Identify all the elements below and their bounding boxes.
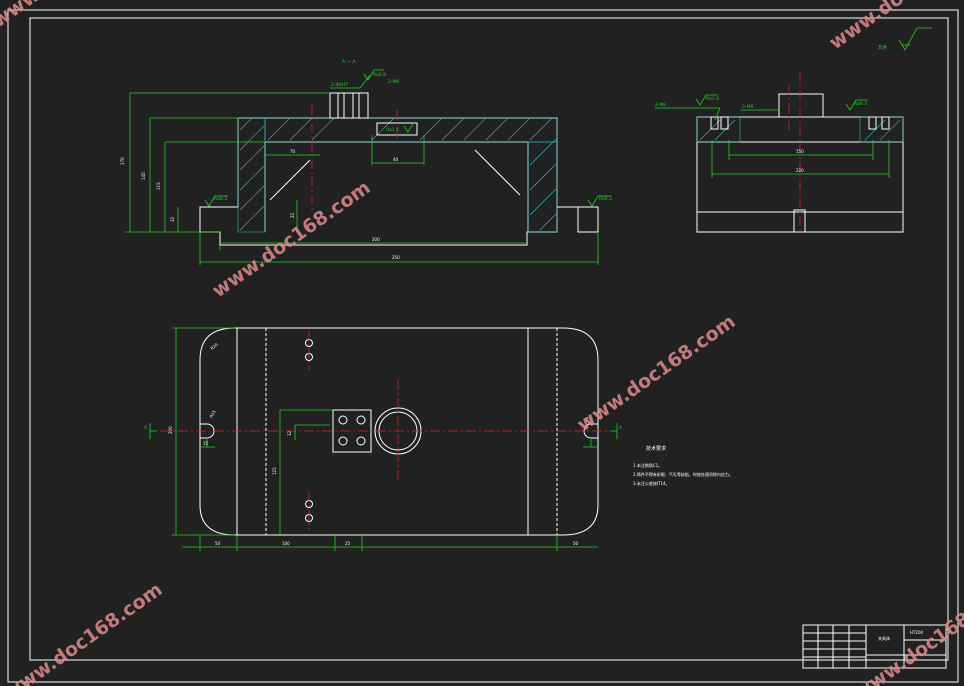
note-line-1: 1.未注倒角C1。 — [633, 462, 662, 468]
svg-text:www.doc168.com: www.doc168.com — [825, 0, 964, 54]
svg-text:Ra6.3: Ra6.3 — [214, 196, 227, 202]
note-line-2: 2.铸件不得有砂眼、气孔等缺陷，时效处理消除内应力。 — [633, 471, 733, 477]
svg-text:200: 200 — [168, 426, 173, 434]
section-outline — [199, 92, 599, 246]
svg-text:夹具体: 夹具体 — [878, 635, 890, 641]
svg-text:150: 150 — [796, 149, 804, 154]
svg-text:A: A — [619, 425, 623, 431]
svg-text:其余: 其余 — [878, 44, 887, 51]
section-label: A — A — [342, 59, 356, 65]
svg-text:Ra1.6: Ra1.6 — [706, 96, 719, 102]
svg-text:A: A — [144, 425, 148, 431]
svg-text:50: 50 — [573, 541, 579, 546]
svg-text:3-M8: 3-M8 — [742, 104, 753, 110]
svg-text:40: 40 — [393, 157, 399, 162]
top-boss — [329, 92, 369, 119]
notes-title: 技术要求 — [646, 445, 666, 452]
svg-text:www.doc168.com: www.doc168.com — [850, 578, 964, 686]
svg-text:www.doc168.com: www.doc168.com — [0, 0, 155, 32]
svg-text:200: 200 — [372, 237, 380, 242]
note-line-3: 3.未注公差按IT14。 — [633, 480, 670, 486]
svg-text:2-Φ8: 2-Φ8 — [655, 102, 666, 108]
svg-text:100: 100 — [282, 541, 290, 546]
section-view-aa: A — A 170 145 115 32 250 200 70 40 22 2-… — [120, 59, 612, 265]
svg-text:70: 70 — [290, 149, 296, 154]
svg-text:12: 12 — [287, 430, 292, 436]
svg-text:115: 115 — [156, 182, 161, 190]
svg-text:170: 170 — [120, 157, 125, 165]
svg-text:15: 15 — [203, 441, 209, 446]
svg-text:www.doc168.com: www.doc168.com — [0, 578, 166, 686]
svg-text:250: 250 — [392, 255, 400, 260]
side-dimensions: 150 220 — [711, 140, 890, 178]
side-view: 150 220 2-Φ8 Ra1.6 3-M8 Ra6.3 — [655, 72, 904, 233]
svg-text:2-Φ8H7: 2-Φ8H7 — [331, 82, 348, 88]
svg-text:Ra0.8: Ra0.8 — [373, 72, 386, 78]
drawing-canvas: A — A 170 145 115 32 250 200 70 40 22 2-… — [0, 0, 964, 686]
svg-text:220: 220 — [796, 168, 804, 173]
svg-text:Ra1.6: Ra1.6 — [386, 127, 399, 133]
slot-right — [352, 92, 360, 119]
svg-text:32: 32 — [170, 216, 175, 222]
watermarks: www.doc168.com www.doc168.com www.doc168… — [0, 0, 964, 686]
side-boss — [778, 93, 824, 118]
plan-dimensions: 200 50 100 25 50 125 12 R15 15 R10 R20 — [168, 327, 598, 551]
inner-border — [29, 17, 949, 661]
plan-view: 200 50 100 25 50 125 12 R15 15 R10 R20 A… — [144, 327, 623, 551]
slot-left — [337, 92, 345, 119]
svg-text:22: 22 — [290, 212, 295, 218]
plan-outline — [199, 327, 599, 536]
svg-text:125: 125 — [272, 467, 277, 475]
section-callouts: 2-Φ8H7 Ra0.8 2-M8 Ra1.6 Ra6.3 Ra6.3 — [204, 69, 612, 207]
svg-text:www.doc168.com: www.doc168.com — [208, 176, 374, 302]
svg-text:R15: R15 — [209, 409, 217, 419]
svg-text:2-M8: 2-M8 — [388, 79, 399, 85]
svg-text:145: 145 — [141, 172, 146, 180]
svg-text:25: 25 — [345, 541, 351, 546]
side-callouts: 2-Φ8 Ra1.6 3-M8 Ra6.3 — [655, 94, 868, 121]
general-roughness: 其余 — [878, 27, 932, 51]
svg-text:50: 50 — [215, 541, 221, 546]
svg-text:HT200: HT200 — [910, 630, 924, 635]
svg-text:Ra6.3: Ra6.3 — [854, 101, 867, 107]
svg-text:R20: R20 — [209, 342, 219, 351]
svg-text:Ra6.3: Ra6.3 — [599, 196, 612, 202]
technical-notes: 技术要求 1.未注倒角C1。 2.铸件不得有砂眼、气孔等缺陷，时效处理消除内应力… — [633, 445, 733, 486]
